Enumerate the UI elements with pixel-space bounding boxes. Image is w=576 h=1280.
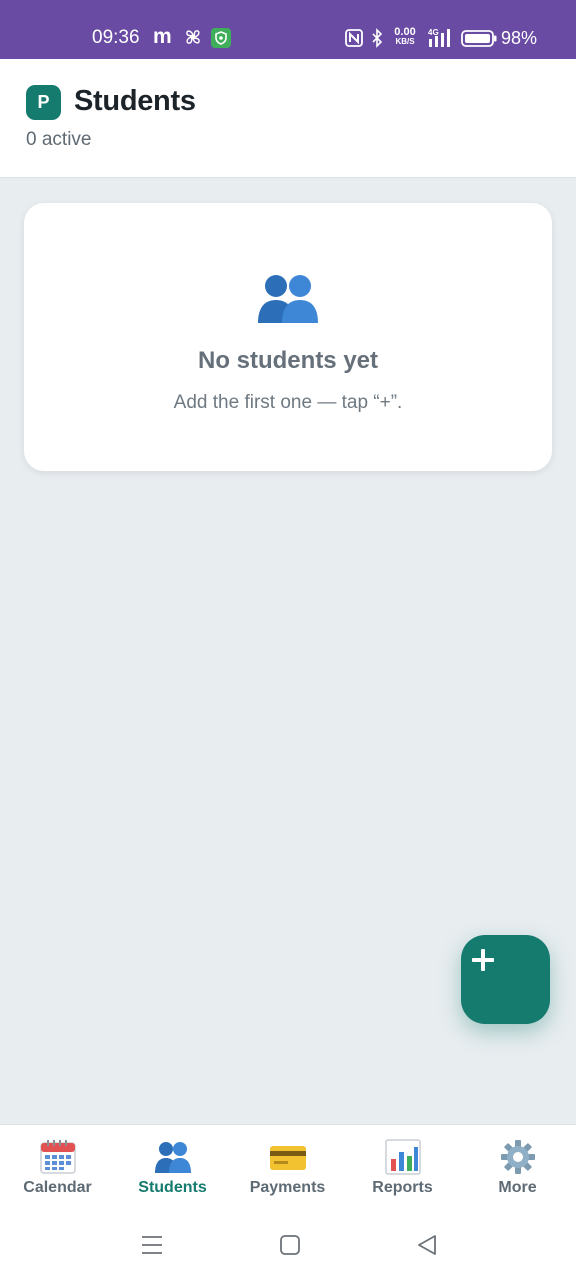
nav-label-payments: Payments (249, 1179, 326, 1196)
nav-label-students: Students (138, 1179, 207, 1196)
home-icon[interactable] (277, 1232, 303, 1258)
network-speed-unit: KB/S (395, 37, 415, 46)
active-count: 0 active (26, 129, 92, 150)
nav-label-reports: Reports (372, 1179, 433, 1196)
nav-item-reports[interactable]: Reports (345, 1125, 460, 1215)
nav-item-more[interactable]: More (460, 1125, 575, 1215)
bar-chart-icon (385, 1139, 421, 1175)
bluetooth-icon (372, 28, 383, 48)
nav-label-calendar: Calendar (23, 1179, 92, 1196)
page-header: P Students 0 active (0, 59, 576, 178)
back-icon[interactable] (414, 1232, 440, 1258)
gear-icon (501, 1140, 535, 1174)
fan-icon (186, 30, 200, 44)
nav-label-more: More (498, 1179, 537, 1196)
nav-item-calendar[interactable]: Calendar (0, 1125, 115, 1215)
app-logo-badge: P (26, 85, 61, 120)
plus-icon (472, 949, 494, 971)
add-student-button[interactable] (461, 935, 550, 1024)
status-time: 09:36 (92, 27, 140, 48)
people-icon (155, 1142, 191, 1173)
calendar-icon (40, 1140, 76, 1174)
credit-card-icon (270, 1146, 306, 1170)
menu-icon[interactable] (139, 1232, 165, 1258)
empty-state-card: No students yet Add the first one — tap … (24, 203, 552, 471)
status-bar: 09:36 m 0.00 KB/S 4G 98% (0, 0, 576, 59)
page-title: Students (74, 85, 196, 117)
battery-icon (461, 30, 497, 47)
battery-percent: 98% (501, 28, 538, 48)
empty-state-text: Add the first one — tap “+”. (173, 392, 403, 413)
shield-icon (211, 28, 231, 48)
signal-icon: 4G (428, 28, 450, 47)
nav-item-students[interactable]: Students (115, 1125, 230, 1215)
system-navigation-bar (0, 1224, 576, 1268)
nav-item-payments[interactable]: Payments (230, 1125, 345, 1215)
nfc-icon (345, 29, 363, 47)
network-speed: 0.00 KB/S (390, 27, 420, 46)
network-type: 4G (428, 28, 439, 37)
carrier-app-icon: m (153, 25, 172, 48)
people-icon (258, 275, 318, 323)
empty-state-title: No students yet (197, 347, 379, 374)
